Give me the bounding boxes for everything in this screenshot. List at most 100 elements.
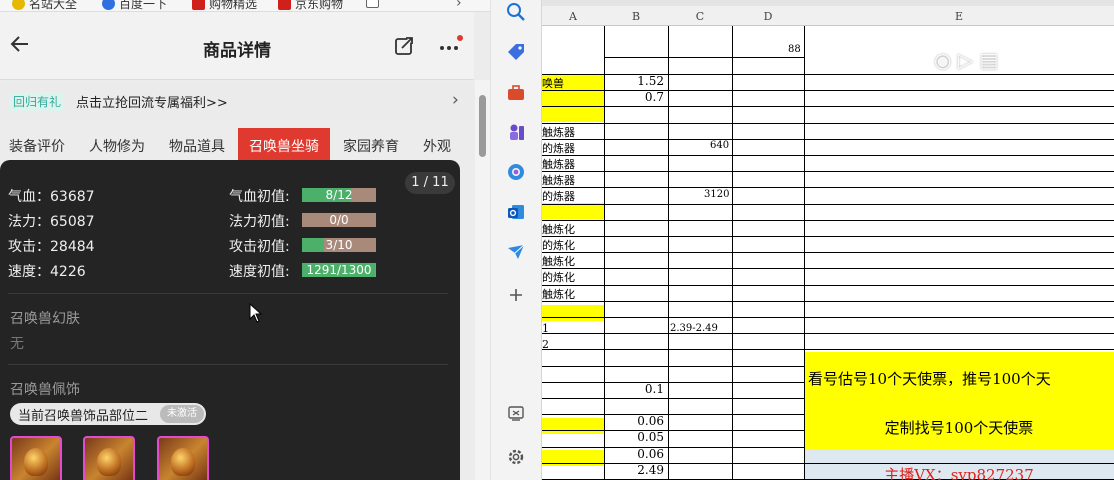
cell-a[interactable]: 的炼器 — [542, 188, 575, 204]
bookmark-item[interactable]: 购物精选 — [192, 0, 257, 11]
yellow-cell[interactable] — [542, 90, 604, 106]
stat-atk: 攻击：28484 — [8, 239, 95, 255]
bookmark-item[interactable]: 名站大全 — [12, 0, 77, 11]
chess-icon[interactable] — [504, 120, 528, 144]
copilot-icon[interactable] — [504, 160, 528, 184]
cell-b[interactable]: 0.1 — [604, 382, 664, 396]
tab-home[interactable]: 家园养育 — [343, 136, 399, 156]
grid-line — [542, 333, 1114, 334]
bookmark-label: 百度一下 — [119, 0, 168, 11]
cell-c-3120[interactable]: 3120 — [704, 189, 729, 200]
yellow-cell[interactable] — [542, 203, 604, 219]
grid-line — [542, 382, 804, 383]
cell-b[interactable]: 0.06 — [604, 447, 664, 461]
briefcase-icon[interactable] — [504, 81, 528, 105]
search-icon[interactable] — [504, 0, 528, 24]
tab-summons[interactable]: 召唤兽坐骑 — [238, 128, 330, 162]
grid-line — [542, 317, 1114, 318]
cell-a[interactable]: 触炼化 — [542, 221, 575, 237]
cell-a[interactable]: 触炼器 — [542, 172, 575, 188]
grid-line — [542, 430, 804, 431]
cell-b[interactable]: 1.52 — [604, 74, 664, 88]
watermark-logo: ◉ ▷ ▤ — [934, 48, 999, 72]
accessory-item[interactable] — [83, 436, 135, 480]
cell-b[interactable]: 0.05 — [604, 430, 664, 444]
cell-a[interactable]: 的炼器 — [542, 140, 575, 156]
grid-line — [542, 204, 1114, 205]
mp-init-bar: 0/0 — [302, 213, 376, 227]
yellow-cell[interactable] — [542, 305, 604, 321]
grid-line — [542, 301, 1114, 302]
tab-equipment[interactable]: 装备评价 — [9, 136, 65, 156]
cell-a[interactable]: 触炼器 — [542, 156, 575, 172]
page-counter: 1 / 11 — [405, 172, 455, 194]
grid-line — [542, 398, 804, 399]
cell-d-header[interactable]: 88 — [788, 44, 801, 55]
cell-b[interactable]: 0.06 — [604, 414, 664, 428]
tab-appearance[interactable]: 外观 — [423, 136, 451, 156]
cell-a[interactable]: 唤兽 — [542, 75, 564, 91]
cell-a[interactable]: 的炼化 — [542, 269, 575, 285]
send-icon[interactable] — [504, 240, 528, 264]
yellow-cell[interactable] — [542, 418, 604, 434]
cell-a-suffix-1[interactable]: 1 — [542, 322, 549, 335]
bookmark-item[interactable]: 京东购物 — [278, 0, 344, 11]
grid-line — [542, 268, 1114, 269]
grid-line — [542, 252, 1114, 253]
outlook-icon[interactable] — [504, 200, 528, 224]
cell-a[interactable]: 触炼化 — [542, 286, 575, 302]
more-dots-icon[interactable] — [438, 34, 464, 56]
accessory-image — [171, 448, 195, 476]
stat-mp: 法力：65087 — [8, 214, 95, 230]
bookmark-label: 京东购物 — [295, 0, 344, 11]
spd-init-value: 1291/1300 — [306, 263, 372, 277]
column-header-d[interactable]: D — [732, 10, 804, 23]
accessory-title: 召唤兽佩饰 — [10, 382, 80, 398]
bookmark-item[interactable] — [366, 0, 379, 8]
cell-c-640[interactable]: 640 — [710, 140, 729, 151]
stat-atk-init-label: 攻击初值: — [229, 239, 290, 255]
cell-a[interactable]: 触炼器 — [542, 124, 575, 140]
tab-cultivation[interactable]: 人物修为 — [89, 136, 145, 156]
chevron-right-icon[interactable]: › — [456, 0, 462, 11]
atk-init-bar: 3/10 — [302, 238, 376, 252]
cell-a[interactable]: 的炼化 — [542, 237, 575, 253]
accessory-item[interactable] — [157, 436, 209, 480]
cell-a-suffix-2[interactable]: 2 — [542, 338, 549, 351]
promo-banner[interactable]: 回归有礼 点击立抢回流专属福利>> › — [0, 82, 474, 120]
summon-detail-sheet: 1 / 11 气血：63687 法力：65087 攻击：28484 速度：422… — [0, 160, 460, 480]
screen: 名站大全 百度一下 购物精选 京东购物 › 商品详情 回归有礼 点击立抢回流专属… — [0, 0, 1114, 480]
spreadsheet: A B C D E 88 唤兽 触炼器 的炼器 触炼器 触炼器 的炼器 触炼化 的炼化 触炼化的… — [542, 0, 1114, 480]
cell-a[interactable]: 触炼化 — [542, 253, 575, 269]
grid-line — [542, 187, 1114, 188]
column-header-b[interactable]: B — [604, 10, 668, 23]
accessory-slot-pill[interactable]: 当前召唤兽饰品部位二 未激活 — [10, 403, 206, 425]
grid-line — [604, 57, 804, 58]
column-header-a[interactable]: A — [542, 10, 604, 23]
atk-init-value: 3/10 — [325, 238, 353, 252]
bookmark-item[interactable]: 百度一下 — [102, 0, 168, 11]
grid-line — [542, 285, 1114, 286]
cell-c-range[interactable]: 2.39-2.49 — [670, 323, 718, 334]
scrollbar-thumb[interactable] — [479, 95, 486, 157]
yellow-cell[interactable] — [542, 106, 604, 122]
settings-icon[interactable] — [504, 445, 528, 469]
page-icon — [366, 0, 379, 8]
accessory-item[interactable] — [10, 436, 62, 480]
cell-e-notice-1[interactable]: 看号估号10个天使票，推号100个天 — [808, 368, 1051, 389]
cell-e-notice-2[interactable]: 定制找号100个天使票 — [804, 417, 1114, 438]
add-icon[interactable] — [504, 283, 528, 307]
tag-icon[interactable] — [504, 40, 528, 64]
cell-b[interactable]: 0.7 — [604, 90, 664, 104]
skin-value: 无 — [10, 336, 24, 352]
divider — [8, 293, 448, 294]
share-icon[interactable] — [394, 36, 414, 56]
column-header-c[interactable]: C — [668, 10, 732, 23]
cell-b[interactable]: 2.49 — [604, 463, 664, 477]
cell-e-contact[interactable]: 主播VX：syp827237 — [804, 464, 1114, 480]
screenshot-icon[interactable] — [504, 401, 528, 425]
column-header-e[interactable]: E — [804, 10, 1114, 23]
grid-line — [542, 414, 804, 415]
tab-items[interactable]: 物品道具 — [169, 136, 225, 156]
promo-text: 点击立抢回流专属福利>> — [76, 96, 228, 111]
